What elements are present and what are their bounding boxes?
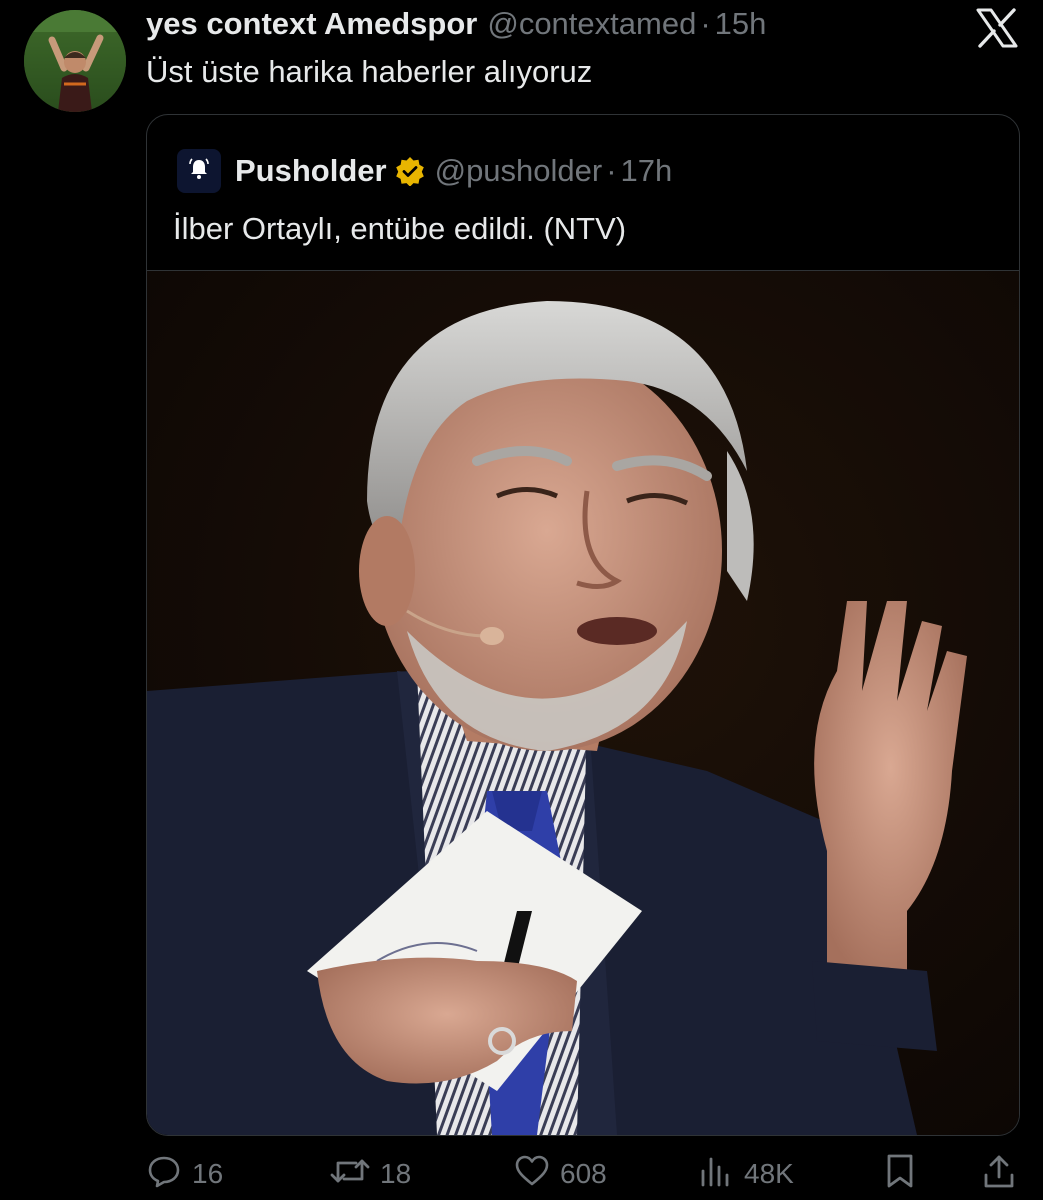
share-button[interactable] xyxy=(982,1152,1026,1196)
repost-icon xyxy=(330,1153,380,1196)
views-count: 48K xyxy=(744,1158,794,1189)
quoted-tweet[interactable]: Pusholder @pusholder · 17h İlber Ortaylı… xyxy=(146,114,1020,1136)
share-icon xyxy=(982,1153,1026,1196)
verified-badge-icon xyxy=(395,156,425,187)
like-count: 608 xyxy=(560,1158,607,1189)
heart-icon xyxy=(514,1153,560,1196)
header-separator: · xyxy=(700,6,711,41)
quoted-tweet-text: İlber Ortaylı, entübe edildi. (NTV) xyxy=(173,211,627,246)
reply-button[interactable]: 16 xyxy=(146,1152,223,1196)
tweet-action-bar: 16 18 608 48K xyxy=(146,1152,1026,1200)
bookmark-icon xyxy=(884,1153,926,1196)
quoted-tweet-header: Pusholder @pusholder · 17h xyxy=(177,149,672,193)
x-logo-icon xyxy=(976,8,1018,48)
reply-icon xyxy=(146,1153,192,1196)
author-display-name[interactable]: yes context Amedspor xyxy=(146,6,477,42)
tweet-header: yes context Amedspor @contextamed · 15h xyxy=(146,6,766,46)
author-avatar[interactable] xyxy=(24,10,126,112)
quoted-author-display-name[interactable]: Pusholder xyxy=(235,153,387,189)
like-button[interactable]: 608 xyxy=(514,1152,607,1196)
tweet: yes context Amedspor @contextamed · 15h … xyxy=(0,0,1043,1200)
reply-count: 16 xyxy=(192,1158,224,1189)
quoted-tweet-timestamp[interactable]: 17h xyxy=(621,153,673,189)
author-handle[interactable]: @contextamed xyxy=(487,6,696,42)
repost-count: 18 xyxy=(380,1158,412,1189)
quoted-author-handle[interactable]: @pusholder xyxy=(435,153,603,189)
quoted-author-avatar[interactable] xyxy=(177,149,221,193)
bell-icon xyxy=(187,153,211,189)
tweet-timestamp[interactable]: 15h xyxy=(715,6,767,42)
repost-button[interactable]: 18 xyxy=(330,1152,411,1196)
views-icon xyxy=(698,1153,744,1196)
quoted-tweet-photo[interactable] xyxy=(147,271,1019,1135)
views-button[interactable]: 48K xyxy=(698,1152,794,1196)
bookmark-button[interactable] xyxy=(884,1152,926,1196)
tweet-text: Üst üste harika haberler alıyoruz xyxy=(146,54,593,89)
quoted-header-separator: · xyxy=(606,153,617,188)
